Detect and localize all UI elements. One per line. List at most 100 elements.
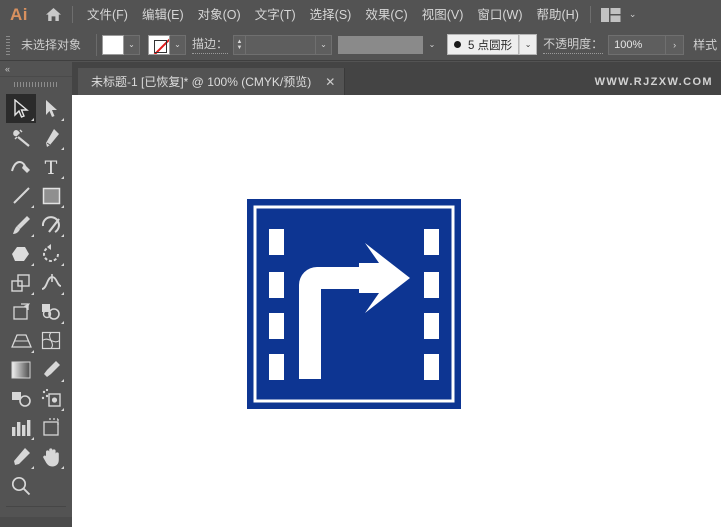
menu-object[interactable]: 对象(O): [191, 4, 248, 26]
stroke-control[interactable]: ⌄: [148, 34, 187, 55]
tool-eraser[interactable]: [6, 239, 36, 268]
tools-panel-footer: [0, 517, 72, 527]
tools-panel-grip[interactable]: [0, 76, 72, 90]
tool-flyout-indicator: [31, 118, 34, 121]
tool-rotate[interactable]: [36, 239, 66, 268]
opacity-label[interactable]: 不透明度：: [543, 35, 604, 54]
tool-artboard[interactable]: [36, 413, 66, 442]
menu-effect[interactable]: 效果(C): [358, 4, 414, 26]
menu-bar: Ai 文件(F) 编辑(E) 对象(O) 文字(T) 选择(S) 效果(C) 视…: [0, 0, 721, 29]
menu-type[interactable]: 文字(T): [248, 4, 303, 26]
tool-flyout-indicator: [61, 321, 64, 324]
control-divider-1: [96, 33, 98, 56]
tool-column-graph[interactable]: [6, 413, 36, 442]
tool-slice[interactable]: [6, 442, 36, 471]
tool-scale[interactable]: [6, 268, 36, 297]
fill-dropdown-chevron[interactable]: ⌄: [124, 34, 141, 55]
document-tab-bar: 未标题-1 [已恢复]* @ 100% (CMYK/预览) ✕ WWW.RJZX…: [72, 62, 721, 95]
brush-dot-icon: [454, 41, 462, 48]
selection-status-label: 未选择对象: [21, 38, 82, 52]
tool-flyout-indicator: [31, 466, 34, 469]
opacity-flyout-arrow[interactable]: ›: [666, 34, 685, 55]
stroke-weight-stepper[interactable]: ▲ ▼: [233, 34, 247, 55]
menu-view[interactable]: 视图(V): [415, 4, 471, 26]
tool-flyout-indicator: [61, 379, 64, 382]
stroke-weight-field[interactable]: [246, 34, 317, 55]
menu-select[interactable]: 选择(S): [303, 4, 359, 26]
menu-window[interactable]: 窗口(W): [470, 4, 529, 26]
menu-edit[interactable]: 编辑(E): [135, 4, 191, 26]
tool-direct-selection[interactable]: [36, 94, 66, 123]
fill-swatch[interactable]: [102, 34, 125, 55]
watermark-text: WWW.RJZXW.COM: [594, 76, 713, 88]
home-icon[interactable]: [38, 7, 68, 22]
control-bar: 未选择对象 ⌄ ⌄ 描边： ▲ ▼ ⌄ ⌄ 5 点圆形 ⌄ 不透明度： 100% …: [0, 29, 721, 61]
brush-definition-dropdown-chevron[interactable]: ⌄: [519, 34, 538, 55]
menu-divider: [72, 6, 73, 23]
brush-definition-box[interactable]: 5 点圆形: [447, 34, 520, 55]
chevron-down-icon[interactable]: ⌄: [629, 9, 637, 20]
tool-flyout-indicator: [61, 205, 64, 208]
tool-flyout-indicator: [61, 234, 64, 237]
stroke-swatch-none[interactable]: [148, 34, 171, 55]
ai-logo: Ai: [10, 5, 28, 24]
menu-divider-right: [589, 6, 591, 23]
tools-panel: « T: [0, 62, 72, 527]
opacity-field[interactable]: 100%: [608, 34, 667, 55]
tool-rectangle[interactable]: [36, 181, 66, 210]
tool-selection[interactable]: [6, 94, 36, 123]
variable-width-dropdown-chevron[interactable]: ⌄: [423, 34, 442, 55]
tools-divider: [6, 506, 66, 507]
tool-shaper[interactable]: [36, 210, 66, 239]
style-label[interactable]: 样式: [693, 36, 717, 53]
tool-paintbrush[interactable]: [6, 210, 36, 239]
tool-mesh[interactable]: [36, 326, 66, 355]
tool-magic-wand[interactable]: [6, 123, 36, 152]
close-icon[interactable]: ✕: [325, 76, 335, 88]
turn-right-road-sign[interactable]: [247, 199, 461, 414]
tool-blend[interactable]: [6, 384, 36, 413]
tool-flyout-indicator: [61, 466, 64, 469]
tool-flyout-indicator: [31, 263, 34, 266]
tool-line-segment[interactable]: [6, 181, 36, 210]
illustrator-window: Ai 文件(F) 编辑(E) 对象(O) 文字(T) 选择(S) 效果(C) 视…: [0, 0, 721, 527]
tool-free-transform[interactable]: [6, 297, 36, 326]
menu-file[interactable]: 文件(F): [80, 4, 135, 26]
tool-flyout-indicator: [61, 118, 64, 121]
tool-hand[interactable]: [36, 442, 66, 471]
tool-curvature[interactable]: [6, 152, 36, 181]
tool-flyout-indicator: [31, 205, 34, 208]
tool-flyout-indicator: [31, 437, 34, 440]
svg-text:T: T: [45, 157, 58, 176]
tool-flyout-indicator: [61, 292, 64, 295]
fill-control[interactable]: ⌄: [102, 34, 141, 55]
tool-shape-builder[interactable]: [36, 297, 66, 326]
tool-eyedropper[interactable]: [36, 355, 66, 384]
document-tab-title: 未标题-1 [已恢复]* @ 100% (CMYK/预览): [91, 75, 312, 89]
tool-width[interactable]: [36, 268, 66, 297]
variable-width-profile-box[interactable]: [338, 35, 424, 54]
tool-symbol-sprayer[interactable]: [36, 384, 66, 413]
tool-flyout-indicator: [31, 350, 34, 353]
tool-zoom[interactable]: [6, 471, 36, 500]
tool-flyout-indicator: [61, 408, 64, 411]
artboard-canvas[interactable]: [72, 95, 721, 527]
workspace-switcher-icon[interactable]: [600, 7, 621, 22]
control-bar-grip[interactable]: [4, 33, 14, 56]
tool-pen[interactable]: [36, 123, 66, 152]
tool-flyout-indicator: [61, 176, 64, 179]
menu-item-list: 文件(F) 编辑(E) 对象(O) 文字(T) 选择(S) 效果(C) 视图(V…: [80, 4, 586, 26]
tool-gradient[interactable]: [6, 355, 36, 384]
menu-help[interactable]: 帮助(H): [530, 4, 586, 26]
tool-perspective-grid[interactable]: [6, 326, 36, 355]
tools-panel-collapse-icon[interactable]: «: [0, 62, 72, 76]
tool-flyout-indicator: [61, 147, 64, 150]
document-tab[interactable]: 未标题-1 [已恢复]* @ 100% (CMYK/预览) ✕: [78, 68, 346, 95]
tool-flyout-indicator: [31, 234, 34, 237]
tool-type[interactable]: T: [36, 152, 66, 181]
tool-flyout-indicator: [31, 292, 34, 295]
stroke-weight-dropdown-chevron[interactable]: ⌄: [316, 34, 333, 55]
stroke-dropdown-chevron[interactable]: ⌄: [170, 34, 187, 55]
tool-grid: T: [0, 90, 72, 500]
stroke-weight-label[interactable]: 描边：: [192, 35, 229, 54]
